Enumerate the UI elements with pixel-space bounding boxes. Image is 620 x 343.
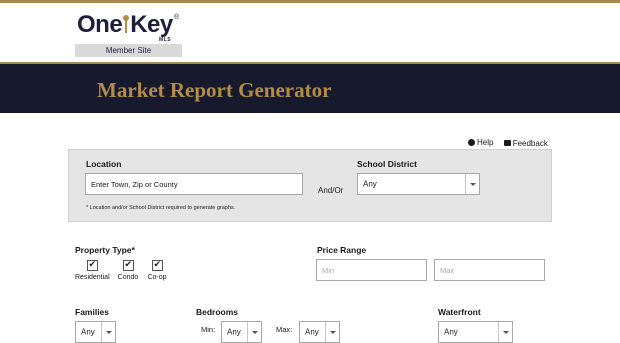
bedrooms-min-select[interactable]: Any <box>221 321 262 343</box>
onekey-logo[interactable]: One Key MLS <box>77 11 187 43</box>
location-note: * Location and/or School District requir… <box>86 205 236 211</box>
school-district-value: Any <box>363 179 377 189</box>
chevron-down-icon <box>498 322 512 342</box>
families-label: Families <box>75 307 110 317</box>
logo-text-one: One <box>77 11 123 38</box>
location-input[interactable]: Enter Town, Zip or County <box>85 173 303 195</box>
help-icon <box>468 139 475 146</box>
residential-checkbox[interactable]: Residential <box>75 259 110 281</box>
member-site-link[interactable]: Member Site <box>75 44 182 57</box>
chevron-down-icon <box>325 322 339 342</box>
school-district-label: School District <box>357 159 417 169</box>
registered-mark: ® <box>174 14 180 21</box>
condo-checkbox[interactable]: Condo <box>117 259 139 281</box>
bedrooms-min-label: Min: <box>201 325 216 334</box>
logo-text-key: Key <box>130 11 173 38</box>
feedback-label: Feedback <box>512 138 548 148</box>
and-or-text: And/Or <box>318 186 344 195</box>
waterfront-value: Any <box>444 327 458 337</box>
location-label: Location <box>86 159 122 169</box>
chevron-down-icon <box>247 322 261 342</box>
bedrooms-max-label: Max: <box>276 325 293 334</box>
price-min-input[interactable]: Min <box>316 259 427 281</box>
bedrooms-max-select[interactable]: Any <box>299 321 340 343</box>
bedrooms-label: Bedrooms <box>196 307 239 317</box>
waterfront-select[interactable]: Any <box>438 321 513 343</box>
price-max-input[interactable]: Max <box>434 259 545 281</box>
coop-label: Co-op <box>147 274 167 281</box>
header-banner: Market Report Generator <box>0 62 620 113</box>
checkbox-checked-icon <box>151 259 163 271</box>
help-links: Help Feedback <box>468 138 556 148</box>
condo-label: Condo <box>117 274 139 281</box>
residential-label: Residential <box>75 274 110 281</box>
feedback-icon <box>503 140 511 146</box>
feedback-link[interactable]: Feedback <box>503 138 548 148</box>
help-label: Help <box>477 138 494 147</box>
location-panel: Location Enter Town, Zip or County And/O… <box>68 149 552 222</box>
chevron-down-icon <box>101 322 115 342</box>
property-type-label: Property Type* <box>75 245 135 255</box>
logo-mls: MLS <box>159 37 172 43</box>
chevron-down-icon <box>465 174 479 194</box>
families-value: Any <box>81 327 95 337</box>
coop-checkbox[interactable]: Co-op <box>147 259 167 281</box>
price-range-label: Price Range <box>317 245 367 255</box>
top-accent-line <box>0 0 620 3</box>
key-icon <box>123 15 130 33</box>
families-select[interactable]: Any <box>75 321 116 343</box>
bedrooms-max-value: Any <box>305 327 319 337</box>
checkbox-checked-icon <box>122 259 134 271</box>
page-title: Market Report Generator <box>97 78 332 102</box>
checkbox-checked-icon <box>86 259 98 271</box>
help-link[interactable]: Help <box>468 138 493 147</box>
waterfront-label: Waterfront <box>438 307 481 317</box>
school-district-select[interactable]: Any <box>357 173 480 195</box>
bedrooms-min-value: Any <box>227 327 241 337</box>
